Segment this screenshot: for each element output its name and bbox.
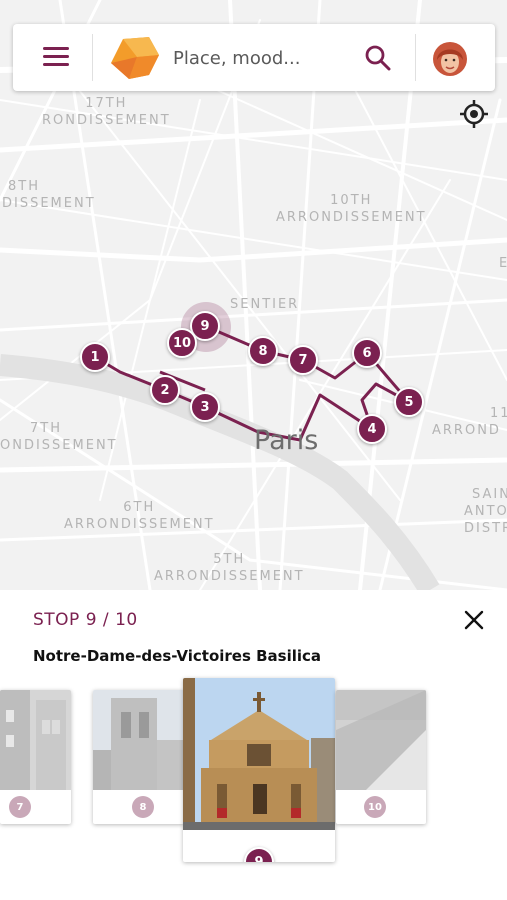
district-label: 7TH ONDISSEMENT	[0, 421, 118, 453]
district-label: SAINANTODISTR	[464, 487, 507, 536]
district-label: E	[499, 256, 507, 271]
close-icon[interactable]	[460, 606, 488, 634]
map-stop-4[interactable]: 4	[357, 414, 387, 444]
map-stop-3[interactable]: 3	[190, 392, 220, 422]
map-stop-10[interactable]: 10	[167, 328, 197, 358]
stop-detail-panel: STOP 9 / 10 Notre-Dame-des-Victoires Bas…	[0, 590, 507, 900]
search-bar	[13, 24, 495, 91]
stop-photo	[336, 690, 426, 790]
stop-photo	[183, 678, 335, 830]
district-label: SENTIER	[230, 297, 300, 312]
map-stop-5[interactable]: 5	[394, 387, 424, 417]
stop-card-7[interactable]: 7	[0, 690, 71, 824]
locate-icon[interactable]	[458, 98, 490, 130]
map-stop-8[interactable]: 8	[248, 336, 278, 366]
district-label: 11 ARROND	[432, 406, 507, 438]
search-input[interactable]	[173, 43, 358, 73]
map-stop-6[interactable]: 6	[352, 338, 382, 368]
divider	[415, 34, 416, 81]
map-stop-1[interactable]: 1	[80, 342, 110, 372]
stop-number-badge: 7	[9, 796, 31, 818]
place-name: Notre-Dame-des-Victoires Basilica	[33, 647, 322, 665]
stop-number-badge: 8	[132, 796, 154, 818]
avatar[interactable]	[433, 42, 467, 76]
stop-card-8[interactable]: 8	[93, 690, 184, 824]
stop-photo	[93, 690, 184, 790]
stop-number-badge: 9	[244, 847, 274, 862]
stop-card-9[interactable]: 9	[183, 678, 335, 862]
map-stop-7[interactable]: 7	[288, 345, 318, 375]
stop-number-badge: 10	[364, 796, 386, 818]
map-stop-2[interactable]: 2	[150, 375, 180, 405]
district-label: 10TH ARRONDISSEMENT	[276, 193, 427, 225]
stop-card-10[interactable]: 10	[336, 690, 426, 824]
city-label: Paris	[254, 425, 319, 456]
district-label: 8TH DISSEMENT	[2, 179, 96, 211]
stop-photo	[0, 690, 71, 790]
logo[interactable]	[109, 35, 161, 86]
menu-icon[interactable]	[43, 47, 71, 69]
district-label: 17TH RONDISSEMENT	[42, 96, 171, 128]
divider	[92, 34, 93, 81]
stop-counter: STOP 9 / 10	[33, 610, 138, 630]
search-icon[interactable]	[363, 43, 393, 73]
district-label: 6TH ARRONDISSEMENT	[64, 500, 215, 532]
district-label: 5TH ARRONDISSEMENT	[154, 552, 305, 584]
